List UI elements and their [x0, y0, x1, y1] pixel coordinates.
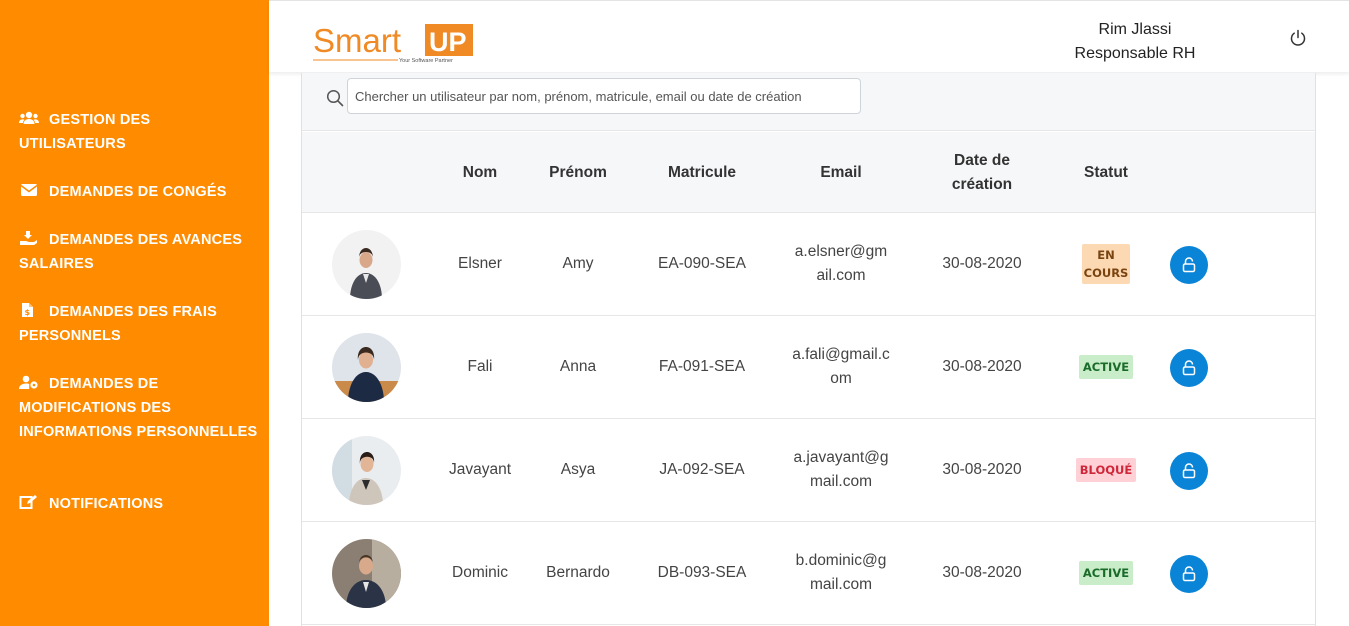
cell-date-creation: 30-08-2020: [942, 255, 1022, 272]
cell-statut: ACTIVE: [1056, 316, 1156, 418]
sidebar-item-notifications[interactable]: NOTIFICATIONS: [19, 492, 259, 516]
lock-button[interactable]: [1170, 555, 1208, 593]
hand-money-icon: [20, 231, 37, 245]
sidebar-item-label: DEMANDES DE MODIFICATIONS DES INFORMATIO…: [19, 376, 258, 440]
envelope-icon: [20, 184, 38, 196]
header-date-creation[interactable]: Date de création: [942, 132, 1022, 213]
status-badge: ACTIVE: [1078, 355, 1134, 379]
top-bar: Smart UP Your Software Partner Rim Jlass…: [269, 0, 1349, 72]
sidebar: GESTION DES UTILISATEURS DEMANDES DE CON…: [0, 0, 269, 626]
status-badge: ACTIVE: [1078, 561, 1134, 585]
sidebar-item-label: DEMANDES DES AVANCES SALAIRES: [19, 232, 243, 272]
svg-text:UP: UP: [429, 27, 467, 57]
table-row: Dominic Bernardo DB-093-SEA b.dominic@g m…: [302, 522, 1315, 625]
cell-email: b.dominic@g mail.com: [795, 552, 887, 593]
cell-matricule: JA-092-SEA: [659, 461, 745, 478]
cell-statut: ACTIVE: [1056, 522, 1156, 624]
user-cog-icon: [19, 375, 38, 389]
cell-prenom: Bernardo: [546, 564, 610, 581]
lock-icon: [1182, 566, 1196, 582]
search-bar: [302, 73, 1315, 131]
user-info: Rim Jlassi Responsable RH: [1039, 18, 1231, 66]
status-badge: EN COURS: [1082, 244, 1130, 284]
header-matricule[interactable]: Matricule: [642, 132, 762, 213]
sidebar-item-gestion-utilisateurs[interactable]: GESTION DES UTILISATEURS: [19, 108, 259, 156]
cell-date-creation: 30-08-2020: [942, 358, 1022, 375]
sidebar-item-demandes-conges[interactable]: DEMANDES DE CONGÉS: [19, 180, 259, 204]
avatar: [332, 539, 401, 608]
cell-prenom: Anna: [559, 358, 597, 375]
search-input[interactable]: [347, 78, 861, 114]
avatar: [332, 333, 401, 402]
table-row: Elsner Amy EA-090-SEA a.elsner@gm ail.com…: [302, 213, 1315, 316]
lock-icon: [1182, 257, 1196, 273]
cell-nom: Elsner: [458, 255, 502, 272]
sidebar-item-label: DEMANDES DES FRAIS PERSONNELS: [19, 304, 217, 344]
users-panel: Nom Prénom Matricule Email Date de créat…: [301, 73, 1316, 626]
svg-text:Your Software Partner: Your Software Partner: [399, 58, 453, 64]
avatar: [332, 436, 401, 505]
cell-prenom: Asya: [560, 461, 596, 478]
cell-matricule: DB-093-SEA: [657, 564, 747, 581]
users-icon: [19, 111, 39, 124]
sidebar-item-label: DEMANDES DE CONGÉS: [49, 184, 227, 200]
sidebar-item-frais-personnels[interactable]: $ DEMANDES DES FRAIS PERSONNELS: [19, 300, 259, 348]
sidebar-item-modifications-infos[interactable]: DEMANDES DE MODIFICATIONS DES INFORMATIO…: [19, 372, 259, 444]
table-row: Fali Anna FA-091-SEA a.fali@gmail.c om 30…: [302, 316, 1315, 419]
header-nom[interactable]: Nom: [430, 132, 530, 213]
user-name: Rim Jlassi: [1098, 21, 1172, 38]
cell-email: a.fali@gmail.c om: [792, 346, 890, 387]
power-icon[interactable]: [1289, 29, 1307, 47]
lock-icon: [1182, 360, 1196, 376]
header-statut[interactable]: Statut: [1056, 132, 1156, 213]
lock-icon: [1182, 463, 1196, 479]
cell-nom: Javayant: [448, 461, 512, 478]
sidebar-item-avances-salaires[interactable]: DEMANDES DES AVANCES SALAIRES: [19, 228, 259, 276]
header-email[interactable]: Email: [786, 132, 896, 213]
cell-email: a.javayant@g mail.com: [793, 449, 889, 490]
cell-matricule: FA-091-SEA: [658, 358, 746, 375]
lock-button[interactable]: [1170, 349, 1208, 387]
user-role: Responsable RH: [1074, 45, 1196, 62]
cell-prenom: Amy: [562, 255, 594, 272]
cell-nom: Dominic: [452, 564, 508, 581]
file-invoice-icon: $: [22, 303, 33, 317]
cell-matricule: EA-090-SEA: [658, 255, 746, 272]
svg-text:$: $: [25, 308, 31, 317]
avatar: [332, 230, 401, 299]
lock-button[interactable]: [1170, 246, 1208, 284]
cell-nom: Fali: [467, 358, 493, 375]
sidebar-item-label: NOTIFICATIONS: [49, 496, 164, 512]
cell-date-creation: 30-08-2020: [942, 564, 1022, 581]
cell-email: a.elsner@gm ail.com: [794, 243, 888, 284]
status-badge: BLOQUÉ: [1075, 458, 1137, 482]
lock-button[interactable]: [1170, 452, 1208, 490]
edit-icon: [19, 495, 37, 509]
search-icon: [326, 89, 344, 107]
table-row: Javayant Asya JA-092-SEA a.javayant@g mai…: [302, 419, 1315, 522]
smartup-logo: Smart UP Your Software Partner: [313, 22, 473, 64]
cell-statut: EN COURS: [1056, 213, 1156, 315]
cell-statut: BLOQUÉ: [1056, 419, 1156, 521]
table-header: Nom Prénom Matricule Email Date de créat…: [302, 132, 1315, 213]
svg-text:Smart: Smart: [313, 22, 401, 59]
cell-date-creation: 30-08-2020: [942, 461, 1022, 478]
header-prenom[interactable]: Prénom: [528, 132, 628, 213]
